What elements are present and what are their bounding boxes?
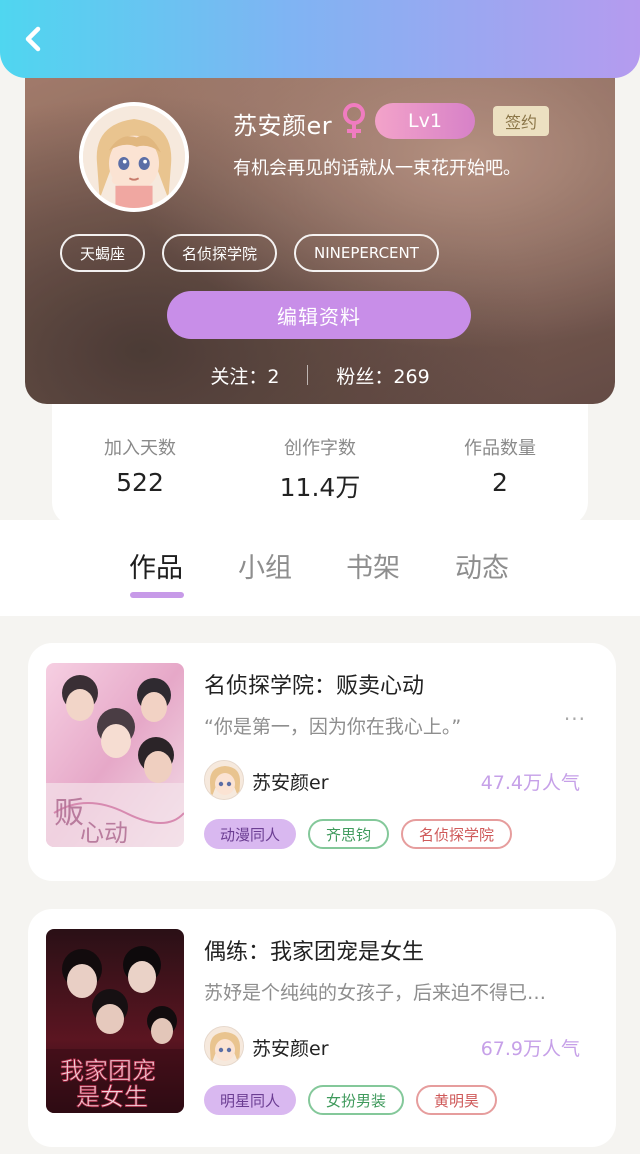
svg-text:心动: 心动 — [80, 819, 128, 847]
work-title[interactable]: 名侦探学院：贩卖心动 — [204, 668, 424, 700]
svg-text:我家团宠: 我家团宠 — [60, 1057, 156, 1085]
tab-bookshelf[interactable]: 书架 — [346, 546, 400, 585]
cover-illustration: 贩 心动 — [46, 663, 184, 847]
divider — [307, 365, 309, 385]
avatar-illustration — [83, 106, 185, 208]
profile-tag[interactable]: NINEPERCENT — [294, 234, 439, 272]
work-tag-topic[interactable]: 名侦探学院 — [401, 819, 513, 849]
cover-illustration: 我家团宠 是女生 — [46, 929, 184, 1113]
female-symbol-icon — [343, 103, 365, 138]
work-tag-topic[interactable]: 黄明昊 — [416, 1085, 498, 1115]
work-tag-category[interactable]: 明星同人 — [204, 1085, 297, 1115]
tab-groups[interactable]: 小组 — [238, 546, 292, 585]
username: 苏安颜er — [233, 112, 333, 140]
profile-bio: 有机会再见的话就从一束花开始吧。 — [233, 158, 521, 179]
popularity-count: 47.4万人气 — [480, 772, 580, 794]
content-tabs: 作品 小组 书架 动态 — [0, 520, 640, 616]
tab-indicator — [130, 592, 184, 598]
author-avatar-illustration — [205, 761, 243, 799]
work-card[interactable]: 贩 心动 名侦探学院：贩卖心动 “你是第一，因为你在我心上。” ··· 苏安颜e… — [28, 643, 616, 881]
profile-tags: 天蝎座 名侦探学院 NINEPERCENT — [60, 234, 439, 272]
contract-badge: 签约 — [493, 106, 549, 136]
more-options-icon[interactable]: ··· — [564, 707, 586, 731]
top-header-bar — [0, 0, 640, 78]
stat-label: 创作字数 — [284, 438, 356, 459]
work-tag-character[interactable]: 齐思钧 — [308, 819, 390, 849]
follow-stats: 关注：2 粉丝：269 — [25, 360, 615, 390]
tab-activity[interactable]: 动态 — [455, 546, 509, 585]
stat-word-count: 创作字数 11.4万 — [240, 434, 400, 504]
level-badge: Lv1 — [375, 103, 475, 139]
popularity-count: 67.9万人气 — [480, 1038, 580, 1060]
edit-profile-button[interactable]: 编辑资料 — [167, 291, 471, 339]
following-count[interactable]: 关注：2 — [210, 362, 279, 389]
tab-works[interactable]: 作品 — [129, 546, 183, 585]
stat-label: 加入天数 — [104, 438, 176, 459]
book-cover[interactable]: 贩 心动 — [46, 663, 184, 847]
stat-value: 11.4万 — [279, 473, 361, 502]
author-name[interactable]: 苏安颜er — [252, 1034, 329, 1061]
work-description: “你是第一，因为你在我心上。” — [204, 716, 462, 738]
author-avatar[interactable] — [204, 760, 244, 800]
stat-join-days: 加入天数 522 — [60, 434, 220, 497]
work-tags: 明星同人 女扮男装 黄明昊 — [204, 1085, 498, 1115]
work-tag-category[interactable]: 动漫同人 — [204, 819, 297, 849]
stat-label: 作品数量 — [464, 438, 536, 459]
chevron-left-icon[interactable] — [18, 22, 50, 56]
svg-text:是女生: 是女生 — [76, 1083, 148, 1111]
followers-count[interactable]: 粉丝：269 — [336, 362, 429, 389]
stat-value: 522 — [116, 468, 164, 497]
author-name[interactable]: 苏安颜er — [252, 768, 329, 795]
profile-card: 苏安颜er Lv1 签约 有机会再见的话就从一束花开始吧。 天蝎座 名侦探学院 … — [25, 50, 615, 404]
card-background-overlay — [25, 50, 615, 404]
work-description: 苏妤是个纯纯的女孩子，后来迫不得已… — [204, 982, 547, 1004]
work-tags: 动漫同人 齐思钧 名侦探学院 — [204, 819, 513, 849]
work-tag-character[interactable]: 女扮男装 — [308, 1085, 405, 1115]
book-cover[interactable]: 我家团宠 是女生 — [46, 929, 184, 1113]
avatar[interactable] — [79, 102, 189, 212]
author-avatar[interactable] — [204, 1026, 244, 1066]
profile-tag[interactable]: 名侦探学院 — [162, 234, 278, 272]
stats-card: 加入天数 522 创作字数 11.4万 作品数量 2 — [52, 392, 588, 526]
stat-value: 2 — [492, 468, 508, 497]
author-avatar-illustration — [205, 1027, 243, 1065]
profile-tag[interactable]: 天蝎座 — [60, 234, 146, 272]
work-card[interactable]: 我家团宠 是女生 偶练：我家团宠是女生 苏妤是个纯纯的女孩子，后来迫不得已… 苏… — [28, 909, 616, 1147]
stat-work-count: 作品数量 2 — [420, 434, 580, 497]
work-title[interactable]: 偶练：我家团宠是女生 — [204, 934, 424, 966]
